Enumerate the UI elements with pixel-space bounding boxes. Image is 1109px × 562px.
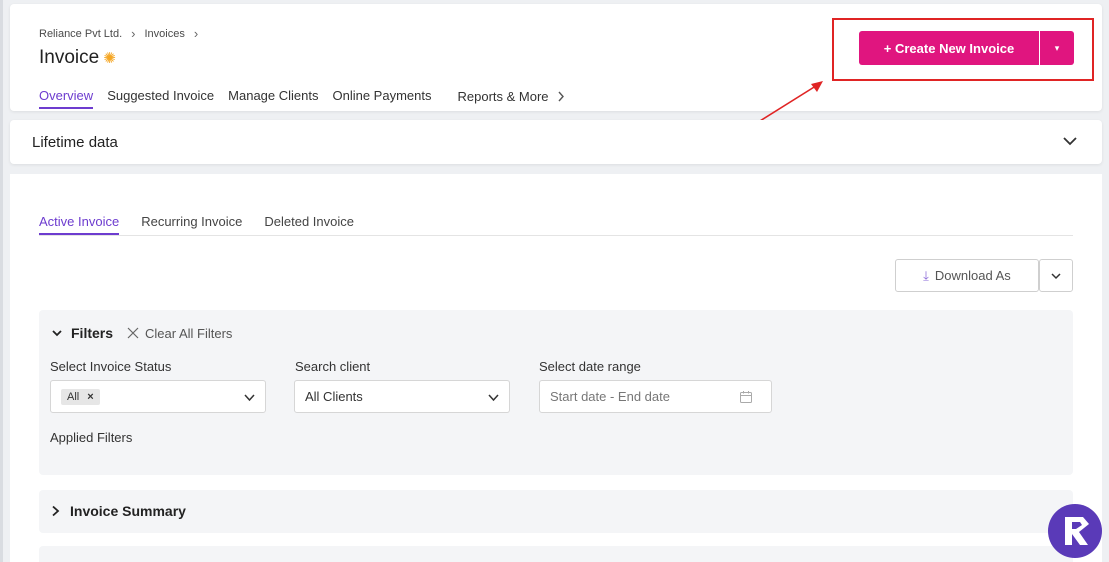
status-chip: All ×: [61, 388, 100, 405]
tab-deleted-invoice[interactable]: Deleted Invoice: [264, 214, 354, 235]
filters-header: Filters Clear All Filters: [51, 325, 232, 341]
chevron-down-icon[interactable]: [51, 327, 63, 339]
invoice-summary-panel[interactable]: Invoice Summary: [39, 490, 1073, 533]
chip-remove-icon[interactable]: ×: [87, 391, 93, 403]
next-panel: [39, 546, 1073, 562]
status-chip-label: All: [67, 390, 80, 403]
download-icon: ⤓: [923, 267, 929, 283]
tab-online-payments[interactable]: Online Payments: [332, 88, 431, 109]
page-title: Invoice ✺: [39, 47, 116, 69]
calendar-icon: [740, 391, 752, 403]
lifetime-data-panel[interactable]: Lifetime data: [10, 120, 1102, 164]
chevron-right-icon: [52, 505, 60, 517]
invoice-sub-tabs: Active Invoice Recurring Invoice Deleted…: [39, 214, 1073, 236]
tab-recurring-invoice[interactable]: Recurring Invoice: [141, 214, 242, 235]
date-range-label: Select date range: [539, 359, 641, 374]
tab-manage-clients[interactable]: Manage Clients: [228, 88, 318, 109]
app-logo[interactable]: [1048, 504, 1102, 558]
refrens-logo-icon: [1065, 517, 1089, 545]
main-card: Active Invoice Recurring Invoice Deleted…: [10, 174, 1102, 562]
close-icon: [127, 327, 139, 339]
filters-title[interactable]: Filters: [71, 325, 113, 341]
breadcrumb: Reliance Pvt Ltd. › Invoices ›: [39, 27, 198, 40]
page-title-text: Invoice: [39, 47, 100, 68]
download-dropdown-button[interactable]: [1039, 259, 1073, 292]
tab-reports-more[interactable]: Reports & More: [457, 88, 564, 109]
download-as-label: Download As: [934, 268, 1011, 283]
clear-all-filters-label: Clear All Filters: [145, 325, 233, 341]
left-rail: [0, 0, 3, 562]
search-client-label: Search client: [295, 359, 371, 374]
caret-down-icon: ▾: [1054, 42, 1060, 53]
invoice-summary-header: Invoice Summary: [51, 503, 186, 519]
clear-all-filters-button[interactable]: Clear All Filters: [127, 326, 232, 341]
chevron-right-icon: ›: [131, 26, 136, 41]
chevron-right-icon: [558, 91, 564, 102]
create-new-invoice-button[interactable]: + Create New Invoice: [859, 31, 1039, 65]
chevron-down-icon: [244, 394, 255, 402]
tab-active-invoice[interactable]: Active Invoice: [39, 214, 120, 235]
applied-filters-label: Applied Filters: [50, 430, 133, 445]
client-select-value: All Clients: [305, 389, 363, 404]
lightbulb-icon[interactable]: ✺: [103, 49, 116, 67]
top-tabs: Overview Suggested Invoice Manage Client…: [39, 88, 579, 109]
tab-reports-more-label: Reports & More: [457, 89, 549, 104]
client-select[interactable]: All Clients: [294, 380, 510, 413]
chevron-down-icon: [488, 394, 499, 402]
chevron-down-icon[interactable]: [1062, 133, 1078, 149]
breadcrumb-invoices[interactable]: Invoices: [145, 28, 185, 40]
invoice-status-select[interactable]: All ×: [50, 380, 266, 413]
date-range-input[interactable]: Start date - End date: [539, 380, 772, 413]
tab-suggested-invoice[interactable]: Suggested Invoice: [107, 88, 214, 109]
invoice-status-label: Select Invoice Status: [50, 359, 172, 374]
tab-overview[interactable]: Overview: [39, 88, 94, 109]
filters-panel: Filters Clear All Filters Select Invoice…: [39, 310, 1073, 475]
breadcrumb-company[interactable]: Reliance Pvt Ltd.: [39, 28, 122, 40]
download-as-button[interactable]: ⤓ Download As: [895, 259, 1039, 292]
create-invoice-dropdown-button[interactable]: ▾: [1040, 31, 1074, 65]
create-invoice-highlight: + Create New Invoice ▾: [832, 18, 1094, 81]
date-range-placeholder: Start date - End date: [550, 389, 670, 404]
lifetime-data-title: Lifetime data: [32, 134, 118, 151]
invoice-summary-title: Invoice Summary: [70, 503, 186, 519]
chevron-down-icon: [1051, 272, 1061, 279]
chevron-right-icon: ›: [193, 26, 199, 41]
